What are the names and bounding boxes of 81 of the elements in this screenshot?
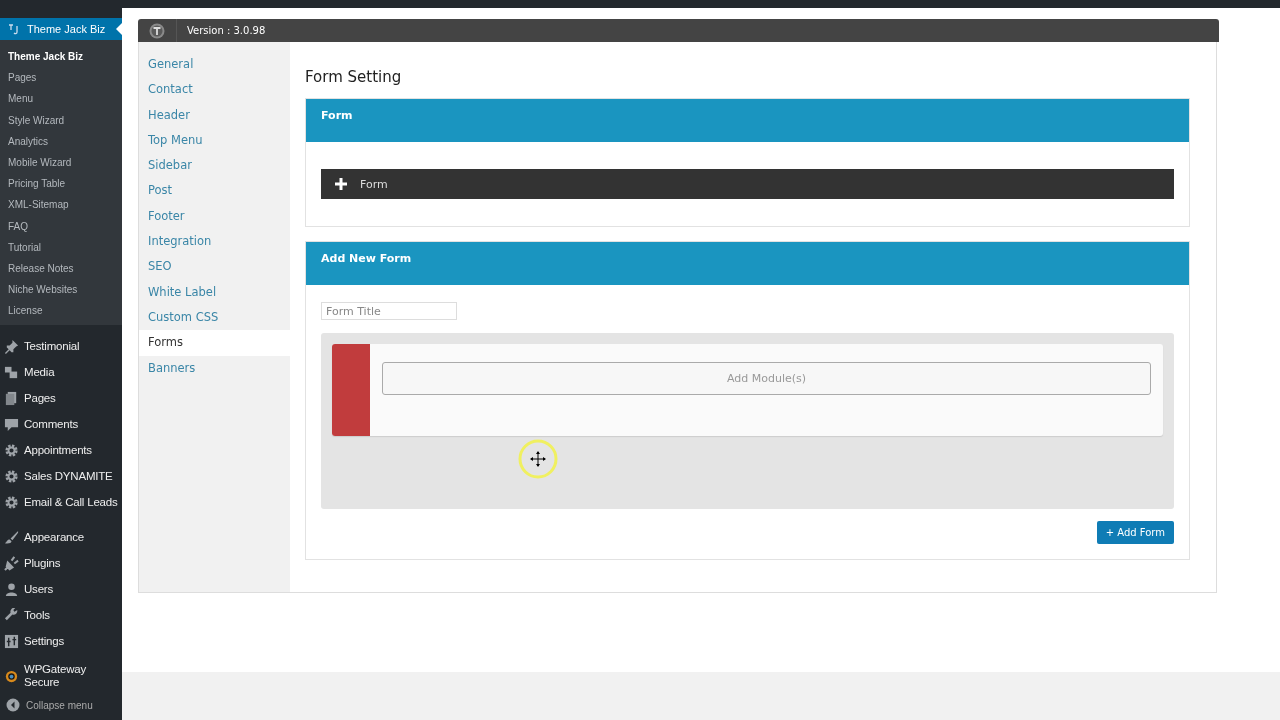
submenu-item[interactable]: Theme Jack Biz: [0, 46, 122, 68]
admin-menu-link[interactable]: Theme Jack Biz: [0, 18, 122, 40]
cursor-icon: [518, 439, 558, 479]
submenu-item[interactable]: Niche Websites: [0, 279, 122, 301]
admin-menu-link[interactable]: Plugins: [0, 550, 122, 577]
panel-nav-link[interactable]: Post: [139, 178, 290, 204]
collapse-icon: [6, 698, 20, 713]
submenu-item[interactable]: Tutorial: [0, 236, 122, 258]
plug-icon: [4, 555, 19, 571]
panel-nav-link[interactable]: Top Menu: [139, 127, 290, 154]
page-title: Form Setting: [305, 68, 403, 86]
menu-label: Users: [24, 582, 54, 596]
wrench-icon: [4, 607, 19, 623]
submenu-item[interactable]: FAQ: [0, 215, 122, 237]
theme-logo-icon: [8, 23, 20, 35]
settings-icon: [4, 633, 19, 649]
drag-handle[interactable]: [332, 344, 370, 436]
collapse-menu-button[interactable]: Collapse menu: [0, 698, 122, 713]
submenu-item[interactable]: Menu: [0, 88, 122, 110]
admin-menu-link[interactable]: Appointments: [0, 437, 122, 464]
submenu-item[interactable]: License: [0, 300, 122, 322]
panel-nav-link[interactable]: White Label: [139, 279, 290, 305]
menu-label: Email & Call Leads: [24, 495, 118, 509]
panel-nav-link[interactable]: Integration: [139, 229, 290, 255]
form-title-field[interactable]: Form Title: [321, 302, 457, 320]
menu-label: Pages: [24, 391, 56, 405]
admin-menu-link[interactable]: Email & Call Leads: [0, 489, 122, 516]
menu-label: Media: [24, 365, 55, 379]
ring-icon: [4, 668, 19, 684]
menu-label: Tools: [24, 608, 50, 622]
menu-label: Appointments: [24, 443, 92, 457]
menu-label: Comments: [24, 417, 78, 431]
panel-nav-link[interactable]: Banners: [139, 355, 290, 381]
admin-menu-link[interactable]: WPGateway Secure: [0, 663, 122, 690]
version-label: Version : 3.0.98: [187, 25, 266, 36]
submenu-item[interactable]: XML-Sitemap: [0, 194, 122, 216]
menu-label: Sales DYNAMITE: [24, 469, 113, 483]
gear-icon: [4, 442, 19, 458]
panel-nav-link[interactable]: Sidebar: [139, 153, 290, 179]
submenu-item[interactable]: Pricing Table: [0, 173, 122, 195]
brush-icon: [4, 529, 19, 545]
admin-menu-link[interactable]: Pages: [0, 385, 122, 412]
plus-icon: [335, 178, 347, 190]
card-title: Add New Form: [321, 252, 412, 265]
menu-label: Settings: [24, 634, 64, 648]
panel-nav-link[interactable]: General: [139, 52, 290, 78]
submenu-item[interactable]: Mobile Wizard: [0, 151, 122, 174]
pin-icon: [4, 338, 19, 354]
menu-label: Plugins: [24, 556, 61, 570]
admin-menu-link[interactable]: Users: [0, 576, 122, 603]
admin-menu-link[interactable]: Testimonial: [0, 333, 122, 360]
submenu-item[interactable]: Pages: [0, 67, 122, 89]
form-accordion[interactable]: Form: [321, 169, 1174, 199]
submenu-item[interactable]: Analytics: [0, 130, 122, 152]
admin-menu-link[interactable]: Media: [0, 359, 122, 386]
admin-menu-link[interactable]: Comments: [0, 411, 122, 438]
admin-menu-link[interactable]: Sales DYNAMITE: [0, 463, 122, 490]
admin-menu-link[interactable]: Settings: [0, 628, 122, 655]
add-form-button[interactable]: + Add Form: [1096, 521, 1174, 544]
card-title: Form: [321, 109, 353, 122]
panel-nav-link[interactable]: Custom CSS: [139, 304, 290, 331]
menu-label: WPGateway Secure: [24, 663, 88, 690]
menu-label: Appearance: [24, 530, 85, 544]
menu-label: Testimonial: [24, 339, 80, 353]
pages-icon: [4, 390, 19, 406]
gear-icon: [4, 468, 19, 484]
logo-icon: [149, 22, 165, 39]
user-icon: [4, 581, 19, 597]
panel-nav-link[interactable]: Contact: [139, 77, 290, 103]
media-icon: [4, 364, 19, 380]
panel-nav-link[interactable]: Forms: [139, 330, 290, 356]
admin-menu-link[interactable]: Tools: [0, 602, 122, 629]
panel-nav-link[interactable]: SEO: [139, 254, 290, 280]
admin-menu-link[interactable]: Appearance: [0, 524, 122, 551]
panel-nav-link[interactable]: Header: [139, 102, 290, 128]
submenu-item[interactable]: Style Wizard: [0, 109, 122, 131]
gear-icon: [4, 494, 19, 510]
submenu-item[interactable]: Release Notes: [0, 257, 122, 280]
menu-label: Theme Jack Biz: [27, 23, 106, 35]
comment-icon: [4, 416, 19, 432]
panel-nav-link[interactable]: Footer: [139, 203, 290, 230]
